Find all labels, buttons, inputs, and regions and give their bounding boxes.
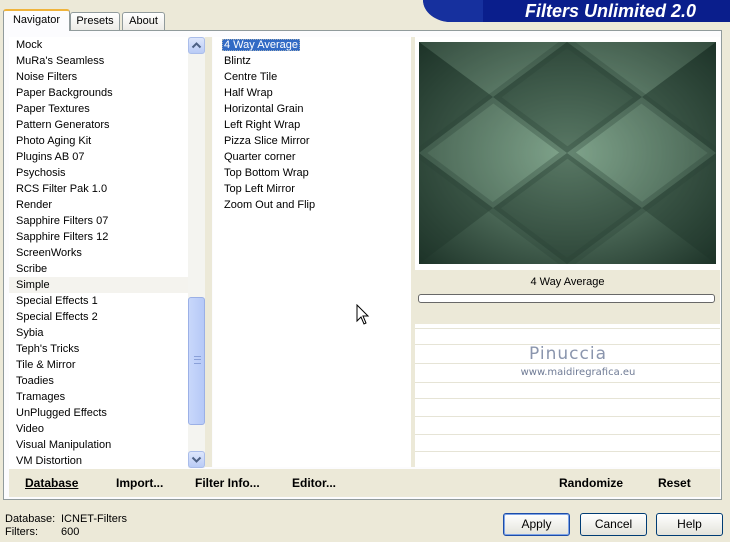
database-button[interactable]: Database <box>25 476 78 490</box>
randomize-button[interactable]: Randomize <box>559 476 623 490</box>
preview-caption: 4 Way Average <box>530 276 605 288</box>
category-item[interactable]: Sapphire Filters 07 <box>9 213 189 229</box>
filter-item-label: Zoom Out and Flip <box>224 199 316 211</box>
filter-item-label: Pizza Slice Mirror <box>224 135 310 147</box>
editor-button[interactable]: Editor... <box>292 476 336 490</box>
cancel-button[interactable]: Cancel <box>580 513 647 536</box>
filter-item[interactable]: 4 Way Average <box>213 37 411 53</box>
list-divider <box>205 37 212 467</box>
mouse-pointer-icon <box>356 303 370 329</box>
filter-item-label: 4 Way Average <box>222 39 300 51</box>
database-label: Database: <box>5 513 56 525</box>
filter-item-label: Horizontal Grain <box>224 103 304 115</box>
category-item[interactable]: UnPlugged Effects <box>9 405 189 421</box>
category-item[interactable]: Scribe <box>9 261 189 277</box>
filter-item[interactable]: Left Right Wrap <box>213 117 411 133</box>
category-item[interactable]: RCS Filter Pak 1.0 <box>9 181 189 197</box>
category-item[interactable]: Tramages <box>9 389 189 405</box>
category-item[interactable]: Tile & Mirror <box>9 357 189 373</box>
scroll-down-arrow-icon[interactable] <box>188 451 205 468</box>
category-item[interactable]: VM Distortion <box>9 453 189 469</box>
preview-area: 4 Way Average <box>415 37 720 467</box>
title-banner: Filters Unlimited 2.0 <box>423 0 730 22</box>
scroll-up-arrow-icon[interactable] <box>188 37 205 54</box>
category-item[interactable]: Toadies <box>9 373 189 389</box>
tab-about[interactable]: About <box>122 12 165 30</box>
app-title: Filters Unlimited 2.0 <box>524 1 696 21</box>
filter-item[interactable]: Quarter corner <box>213 149 411 165</box>
filters-label: Filters: <box>5 526 38 538</box>
category-item[interactable]: Render <box>9 197 189 213</box>
category-item[interactable]: Simple <box>9 277 189 293</box>
progress-bar <box>418 294 715 303</box>
filter-item[interactable]: Pizza Slice Mirror <box>213 133 411 149</box>
filter-item[interactable]: Top Bottom Wrap <box>213 165 411 181</box>
category-item[interactable]: Paper Textures <box>9 101 189 117</box>
filter-item-label: Quarter corner <box>224 151 296 163</box>
category-item[interactable]: Noise Filters <box>9 69 189 85</box>
watermark-name: Pinuccia <box>529 344 607 364</box>
filter-item[interactable]: Zoom Out and Flip <box>213 197 411 213</box>
filter-list[interactable]: 4 Way Average Blintz Centre Tile Half Wrap H… <box>213 37 411 467</box>
category-list[interactable]: Mock MuRa's Seamless Noise Filters Paper Ba… <box>9 37 189 469</box>
category-item[interactable]: Special Effects 2 <box>9 309 189 325</box>
tab-navigator[interactable]: Navigator <box>3 9 70 31</box>
category-item[interactable]: Mock <box>9 37 189 53</box>
category-item[interactable]: Sapphire Filters 12 <box>9 229 189 245</box>
filter-item-label: Half Wrap <box>224 87 273 99</box>
tab-presets[interactable]: Presets <box>70 12 120 30</box>
category-item[interactable]: Visual Manipulation <box>9 437 189 453</box>
filter-item[interactable]: Centre Tile <box>213 69 411 85</box>
scrollbar-thumb[interactable] <box>188 297 205 425</box>
category-item[interactable]: Special Effects 1 <box>9 293 189 309</box>
category-item[interactable]: Sybia <box>9 325 189 341</box>
category-scrollbar[interactable] <box>188 37 205 468</box>
category-item[interactable]: Pattern Generators <box>9 117 189 133</box>
category-item[interactable]: Psychosis <box>9 165 189 181</box>
watermark-url: www.maidiregrafica.eu <box>520 367 636 378</box>
apply-button[interactable]: Apply <box>503 513 570 536</box>
preview-caption-bar: 4 Way Average <box>415 270 720 306</box>
filter-item-label: Centre Tile <box>224 71 278 83</box>
category-item[interactable]: ScreenWorks <box>9 245 189 261</box>
filter-item-label: Blintz <box>224 55 251 67</box>
filter-info-button[interactable]: Filter Info... <box>195 476 260 490</box>
category-item[interactable]: Paper Backgrounds <box>9 85 189 101</box>
filters-count: 600 <box>61 526 80 538</box>
filter-item[interactable]: Blintz <box>213 53 411 69</box>
filter-item[interactable]: Half Wrap <box>213 85 411 101</box>
filter-item[interactable]: Top Left Mirror <box>213 181 411 197</box>
bottom-toolbar: Database Import... Filter Info... Editor… <box>9 469 720 497</box>
database-value: ICNET-Filters <box>61 513 127 525</box>
filter-item-label: Left Right Wrap <box>224 119 301 131</box>
category-item[interactable]: MuRa's Seamless <box>9 53 189 69</box>
filter-item-label: Top Bottom Wrap <box>224 167 309 179</box>
filter-item-label: Top Left Mirror <box>224 183 295 195</box>
import-button[interactable]: Import... <box>116 476 163 490</box>
preview-image <box>419 42 716 264</box>
category-item[interactable]: Teph's Tricks <box>9 341 189 357</box>
category-item[interactable]: Photo Aging Kit <box>9 133 189 149</box>
filter-item[interactable]: Horizontal Grain <box>213 101 411 117</box>
preview-lower-band <box>415 306 720 324</box>
category-item[interactable]: Plugins AB 07 <box>9 149 189 165</box>
help-button[interactable]: Help <box>656 513 723 536</box>
reset-button[interactable]: Reset <box>658 476 691 490</box>
category-item[interactable]: Video <box>9 421 189 437</box>
